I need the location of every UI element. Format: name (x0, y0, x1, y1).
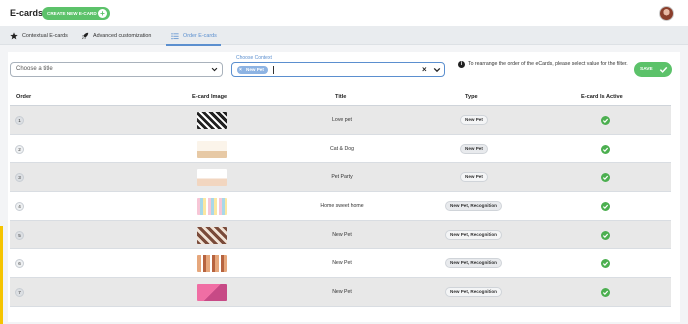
type-badge: New Pet, Recognition (445, 287, 502, 298)
column-header-title: Title (335, 94, 347, 100)
table-header: Order E-card Image Title Type E-card Is … (10, 90, 671, 106)
ecards-table: Order E-card Image Title Type E-card Is … (10, 90, 671, 307)
chip-remove-icon[interactable]: × (239, 66, 242, 74)
row-title: New Pet (332, 260, 352, 267)
text-caret (273, 66, 274, 74)
active-check-icon (601, 259, 610, 269)
row-title: New Pet (332, 289, 352, 296)
order-badge[interactable]: 6 (15, 259, 24, 269)
table-row[interactable]: 6 New Pet New Pet, Recognition (10, 249, 671, 279)
ecard-thumbnail (197, 112, 227, 129)
check-icon (659, 66, 668, 73)
type-badge: New Pet, Recognition (445, 201, 502, 212)
ecard-thumbnail (197, 140, 227, 158)
create-button-label: CREATE NEW E-CARD (47, 11, 97, 16)
save-button[interactable]: SAVE (634, 62, 672, 77)
row-title: Cat & Dog (330, 145, 354, 152)
ecard-thumbnail (197, 255, 227, 273)
clear-icon[interactable]: × (422, 65, 427, 74)
context-label: Choose Context (236, 55, 272, 61)
table-row[interactable]: 3 Pet Party New Pet (10, 163, 671, 193)
order-badge[interactable]: 5 (15, 230, 24, 240)
table-row[interactable]: 4 Home sweet home New Pet, Recognition (10, 192, 671, 221)
table-row[interactable]: 7 New Pet New Pet, Recognition (10, 278, 671, 307)
create-new-ecard-button[interactable]: CREATE NEW E-CARD + (42, 7, 110, 20)
app-title: E-cards (10, 8, 44, 18)
chevron-down-icon (211, 67, 218, 72)
active-check-icon (601, 144, 610, 154)
active-check-icon (601, 230, 610, 240)
active-check-icon (601, 202, 610, 212)
type-badge: New Pet, Recognition (445, 229, 502, 240)
tab-order-ecards[interactable]: Order E-cards (166, 26, 221, 46)
row-title: Pet Party (331, 174, 353, 181)
active-check-icon (601, 116, 610, 125)
ecard-thumbnail (197, 226, 227, 244)
rocket-icon (80, 31, 89, 40)
title-select[interactable]: Choose a title (10, 62, 223, 77)
type-badge: New Pet (460, 172, 488, 183)
order-badge[interactable]: 1 (15, 116, 24, 125)
type-badge: New Pet, Recognition (445, 258, 502, 269)
table-row[interactable]: 2 Cat & Dog New Pet (10, 135, 671, 164)
tab-label: Contextual E-cards (22, 32, 68, 39)
top-bar: E-cards CREATE NEW E-CARD + (0, 0, 688, 26)
row-title: New Pet (332, 231, 352, 238)
tab-advanced-customization[interactable]: Advanced customization (80, 26, 151, 45)
active-check-icon (601, 288, 610, 298)
left-accent-bar (0, 226, 3, 324)
chevron-down-icon[interactable] (433, 66, 441, 74)
order-badge[interactable]: 4 (15, 202, 24, 212)
column-header-type: Type (465, 94, 478, 100)
tab-label: Advanced customization (93, 32, 152, 39)
ecard-thumbnail (197, 198, 227, 216)
user-avatar[interactable] (659, 6, 674, 21)
context-chip[interactable]: × New Pet (237, 66, 268, 74)
active-check-icon (601, 173, 610, 183)
context-select[interactable]: × New Pet × (231, 62, 445, 77)
row-title: Love pet (332, 117, 352, 123)
row-title: Home sweet home (320, 203, 364, 210)
order-badge[interactable]: 7 (15, 288, 24, 298)
column-header-active: E-card Is Active (581, 94, 623, 100)
plus-icon: + (98, 9, 107, 18)
list-icon (170, 31, 179, 40)
table-row[interactable]: 5 New Pet New Pet, Recognition (10, 220, 671, 250)
order-badge[interactable]: 2 (15, 144, 24, 154)
save-button-label: SAVE (640, 67, 653, 72)
info-message: To rearrange the order of the eCards, pl… (468, 61, 628, 67)
ecard-thumbnail (197, 284, 227, 302)
column-header-image: E-card Image (192, 94, 228, 100)
tab-contextual-ecards[interactable]: Contextual E-cards (9, 26, 68, 45)
tab-label: Order E-cards (183, 32, 217, 39)
order-badge[interactable]: 3 (15, 173, 24, 183)
table-row[interactable]: 1 Love pet New Pet (10, 106, 671, 135)
type-badge: New Pet (460, 143, 488, 154)
star-icon (9, 31, 18, 40)
type-badge: New Pet (460, 115, 488, 125)
title-select-placeholder: Choose a title (16, 66, 53, 72)
context-chip-label: New Pet (246, 67, 264, 72)
ecard-thumbnail (197, 169, 227, 187)
tab-bar: Contextual E-cards Advanced customizatio… (0, 26, 688, 46)
active-tab-indicator (166, 44, 221, 46)
column-header-order: Order (16, 94, 32, 100)
